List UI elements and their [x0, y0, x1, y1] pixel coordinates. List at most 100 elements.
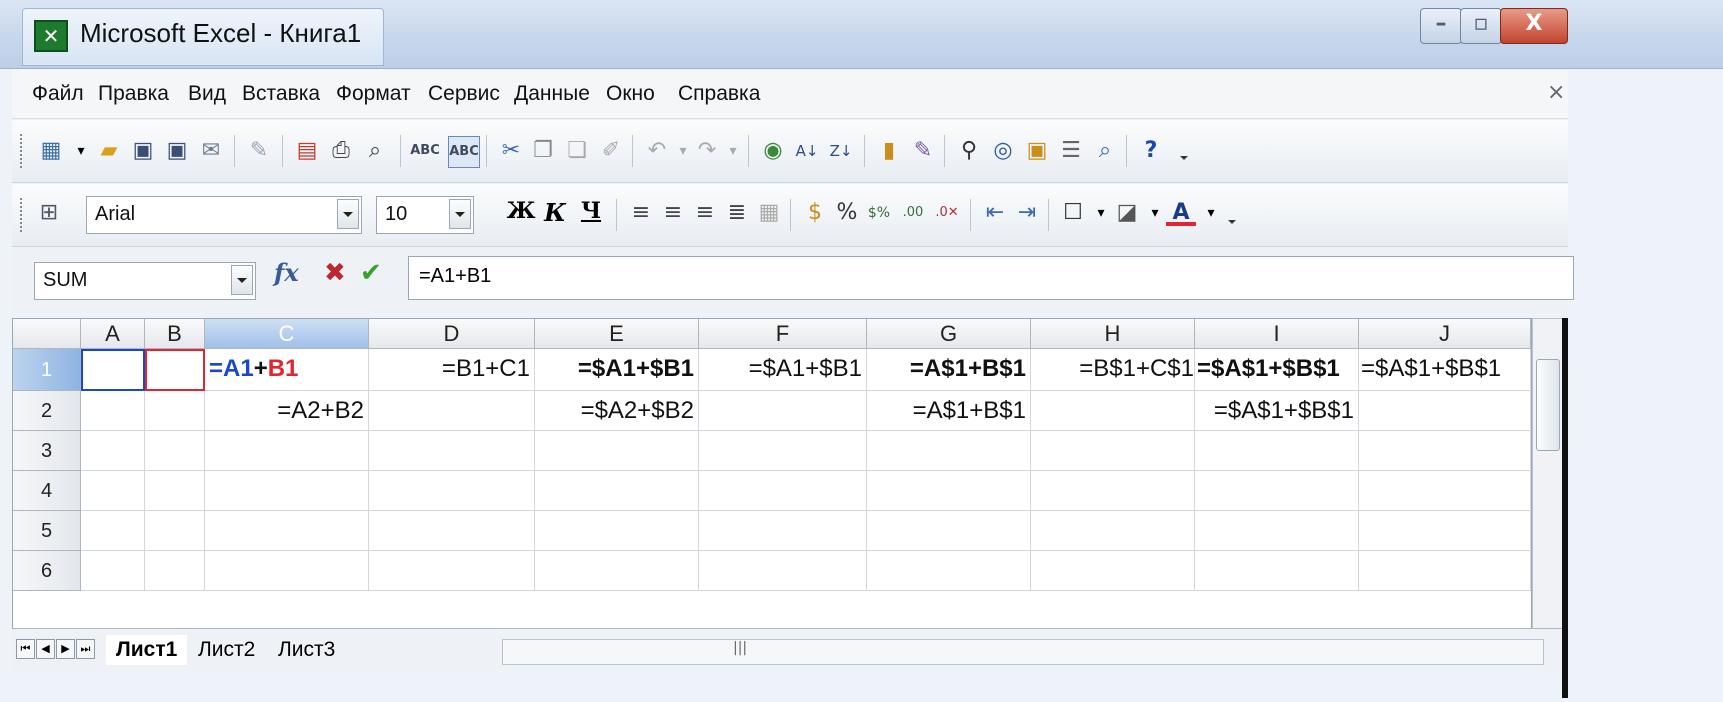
- zoom-icon[interactable]: ⌕: [1090, 136, 1120, 166]
- sheet-tab-1[interactable]: Лист1: [106, 635, 188, 665]
- column-header-j[interactable]: J: [1359, 319, 1531, 349]
- cell-g1[interactable]: =A$1+B$1: [867, 349, 1031, 391]
- last-sheet-icon[interactable]: ⏭: [76, 639, 95, 659]
- chevron-down-icon[interactable]: [449, 199, 471, 229]
- align-left-icon[interactable]: ≡: [626, 198, 656, 228]
- cell-b5[interactable]: [145, 511, 205, 551]
- sheet-tab-2[interactable]: Лист2: [188, 635, 265, 665]
- cell-b6[interactable]: [145, 551, 205, 591]
- vertical-scroll-thumb[interactable]: [1536, 359, 1560, 451]
- data-sources-icon[interactable]: ☰: [1056, 136, 1086, 166]
- print-icon[interactable]: ⎙: [326, 136, 356, 166]
- toolbar-grip[interactable]: [20, 198, 26, 232]
- column-header-d[interactable]: D: [369, 319, 535, 349]
- redo-dropdown-icon[interactable]: ▾: [718, 136, 748, 166]
- background-color-icon[interactable]: ◪: [1112, 198, 1142, 228]
- toolbar-overflow-icon[interactable]: [1226, 200, 1238, 232]
- italic-button[interactable]: К: [540, 198, 570, 228]
- select-all-corner[interactable]: [13, 319, 81, 349]
- print-preview-icon[interactable]: ⌕: [360, 136, 390, 166]
- cell-h2[interactable]: [1031, 391, 1195, 431]
- menu-data[interactable]: Данные: [514, 82, 590, 106]
- next-sheet-icon[interactable]: ▶: [56, 639, 75, 659]
- sheet-tab-3[interactable]: Лист3: [268, 635, 345, 665]
- minimize-button[interactable]: –: [1420, 8, 1462, 44]
- hyperlink-icon[interactable]: ◉: [758, 136, 788, 166]
- justify-icon[interactable]: ≣: [722, 198, 752, 228]
- cell-g4[interactable]: [867, 471, 1031, 511]
- row-header-3[interactable]: 3: [13, 431, 81, 471]
- cell-e6[interactable]: [535, 551, 699, 591]
- column-header-c[interactable]: C: [205, 319, 369, 349]
- delete-decimal-icon[interactable]: .0✕: [932, 198, 962, 228]
- name-box[interactable]: SUM: [34, 262, 256, 300]
- first-sheet-icon[interactable]: ⏮: [16, 639, 35, 659]
- toolbar-overflow-icon[interactable]: [1178, 136, 1190, 168]
- menu-view[interactable]: Вид: [188, 82, 226, 106]
- horizontal-scrollbar[interactable]: |||: [502, 639, 1544, 665]
- cell-c3[interactable]: [205, 431, 369, 471]
- cell-f6[interactable]: [699, 551, 867, 591]
- prev-sheet-icon[interactable]: ◀: [36, 639, 55, 659]
- cell-j5[interactable]: [1359, 511, 1531, 551]
- percent-icon[interactable]: %: [832, 198, 862, 228]
- cell-a5[interactable]: [81, 511, 145, 551]
- font-name-select[interactable]: Arial: [86, 196, 362, 234]
- cancel-icon[interactable]: ✖: [324, 258, 346, 288]
- font-size-select[interactable]: 10: [376, 196, 474, 234]
- navigator-icon[interactable]: ◎: [988, 136, 1018, 166]
- add-decimal-icon[interactable]: .00: [898, 198, 928, 228]
- open-folder-icon[interactable]: ▰: [94, 136, 124, 166]
- find-icon[interactable]: ⚲: [954, 136, 984, 166]
- cell-b1[interactable]: [145, 349, 205, 391]
- cell-i4[interactable]: [1195, 471, 1359, 511]
- cell-e5[interactable]: [535, 511, 699, 551]
- align-center-icon[interactable]: ≡: [658, 198, 688, 228]
- menu-window[interactable]: Окно: [606, 82, 655, 106]
- cell-f3[interactable]: [699, 431, 867, 471]
- cell-d1[interactable]: =B1+C1: [369, 349, 535, 391]
- format-painter-icon[interactable]: ✐: [596, 136, 626, 166]
- cell-g5[interactable]: [867, 511, 1031, 551]
- column-header-g[interactable]: G: [867, 319, 1031, 349]
- merge-cells-icon[interactable]: ▦: [754, 198, 784, 228]
- column-header-a[interactable]: A: [81, 319, 145, 349]
- column-header-e[interactable]: E: [535, 319, 699, 349]
- cell-d3[interactable]: [369, 431, 535, 471]
- cell-d2[interactable]: [369, 391, 535, 431]
- sort-descending-icon[interactable]: Z↓: [826, 136, 856, 166]
- cell-f2[interactable]: [699, 391, 867, 431]
- cell-i5[interactable]: [1195, 511, 1359, 551]
- paste-icon[interactable]: ❏: [562, 136, 592, 166]
- cell-h1[interactable]: =B$1+C$1: [1031, 349, 1195, 391]
- spellcheck-icon[interactable]: ABC: [410, 136, 440, 166]
- chevron-down-icon[interactable]: [231, 265, 253, 295]
- cell-j2[interactable]: [1359, 391, 1531, 431]
- cell-j1[interactable]: =$A$1+$B$1: [1359, 349, 1531, 391]
- cell-h3[interactable]: [1031, 431, 1195, 471]
- cell-f5[interactable]: [699, 511, 867, 551]
- menu-format[interactable]: Формат: [336, 82, 411, 106]
- close-button[interactable]: X: [1500, 8, 1568, 44]
- font-color-dropdown-icon[interactable]: ▾: [1196, 198, 1226, 228]
- autospellcheck-icon[interactable]: ABC: [448, 136, 480, 168]
- font-color-icon[interactable]: A: [1166, 198, 1196, 226]
- edit-file-icon[interactable]: ✎: [244, 136, 274, 166]
- cell-e2[interactable]: =$A2+$B2: [535, 391, 699, 431]
- chart-icon[interactable]: ▮: [874, 136, 904, 166]
- column-header-f[interactable]: F: [699, 319, 867, 349]
- cell-h6[interactable]: [1031, 551, 1195, 591]
- maximize-button[interactable]: ▫: [1460, 8, 1502, 44]
- cell-c2[interactable]: =A2+B2: [205, 391, 369, 431]
- save-as-icon[interactable]: ▣: [162, 136, 192, 166]
- menu-edit[interactable]: Правка: [98, 82, 169, 106]
- cell-i3[interactable]: [1195, 431, 1359, 471]
- cell-f1[interactable]: =$A1+$B1: [699, 349, 867, 391]
- cell-i2[interactable]: =$A$1+$B$1: [1195, 391, 1359, 431]
- cell-c6[interactable]: [205, 551, 369, 591]
- decrease-indent-icon[interactable]: ⇤: [980, 198, 1010, 228]
- cell-g6[interactable]: [867, 551, 1031, 591]
- cell-j6[interactable]: [1359, 551, 1531, 591]
- menu-file[interactable]: Файл: [32, 82, 84, 106]
- cell-j4[interactable]: [1359, 471, 1531, 511]
